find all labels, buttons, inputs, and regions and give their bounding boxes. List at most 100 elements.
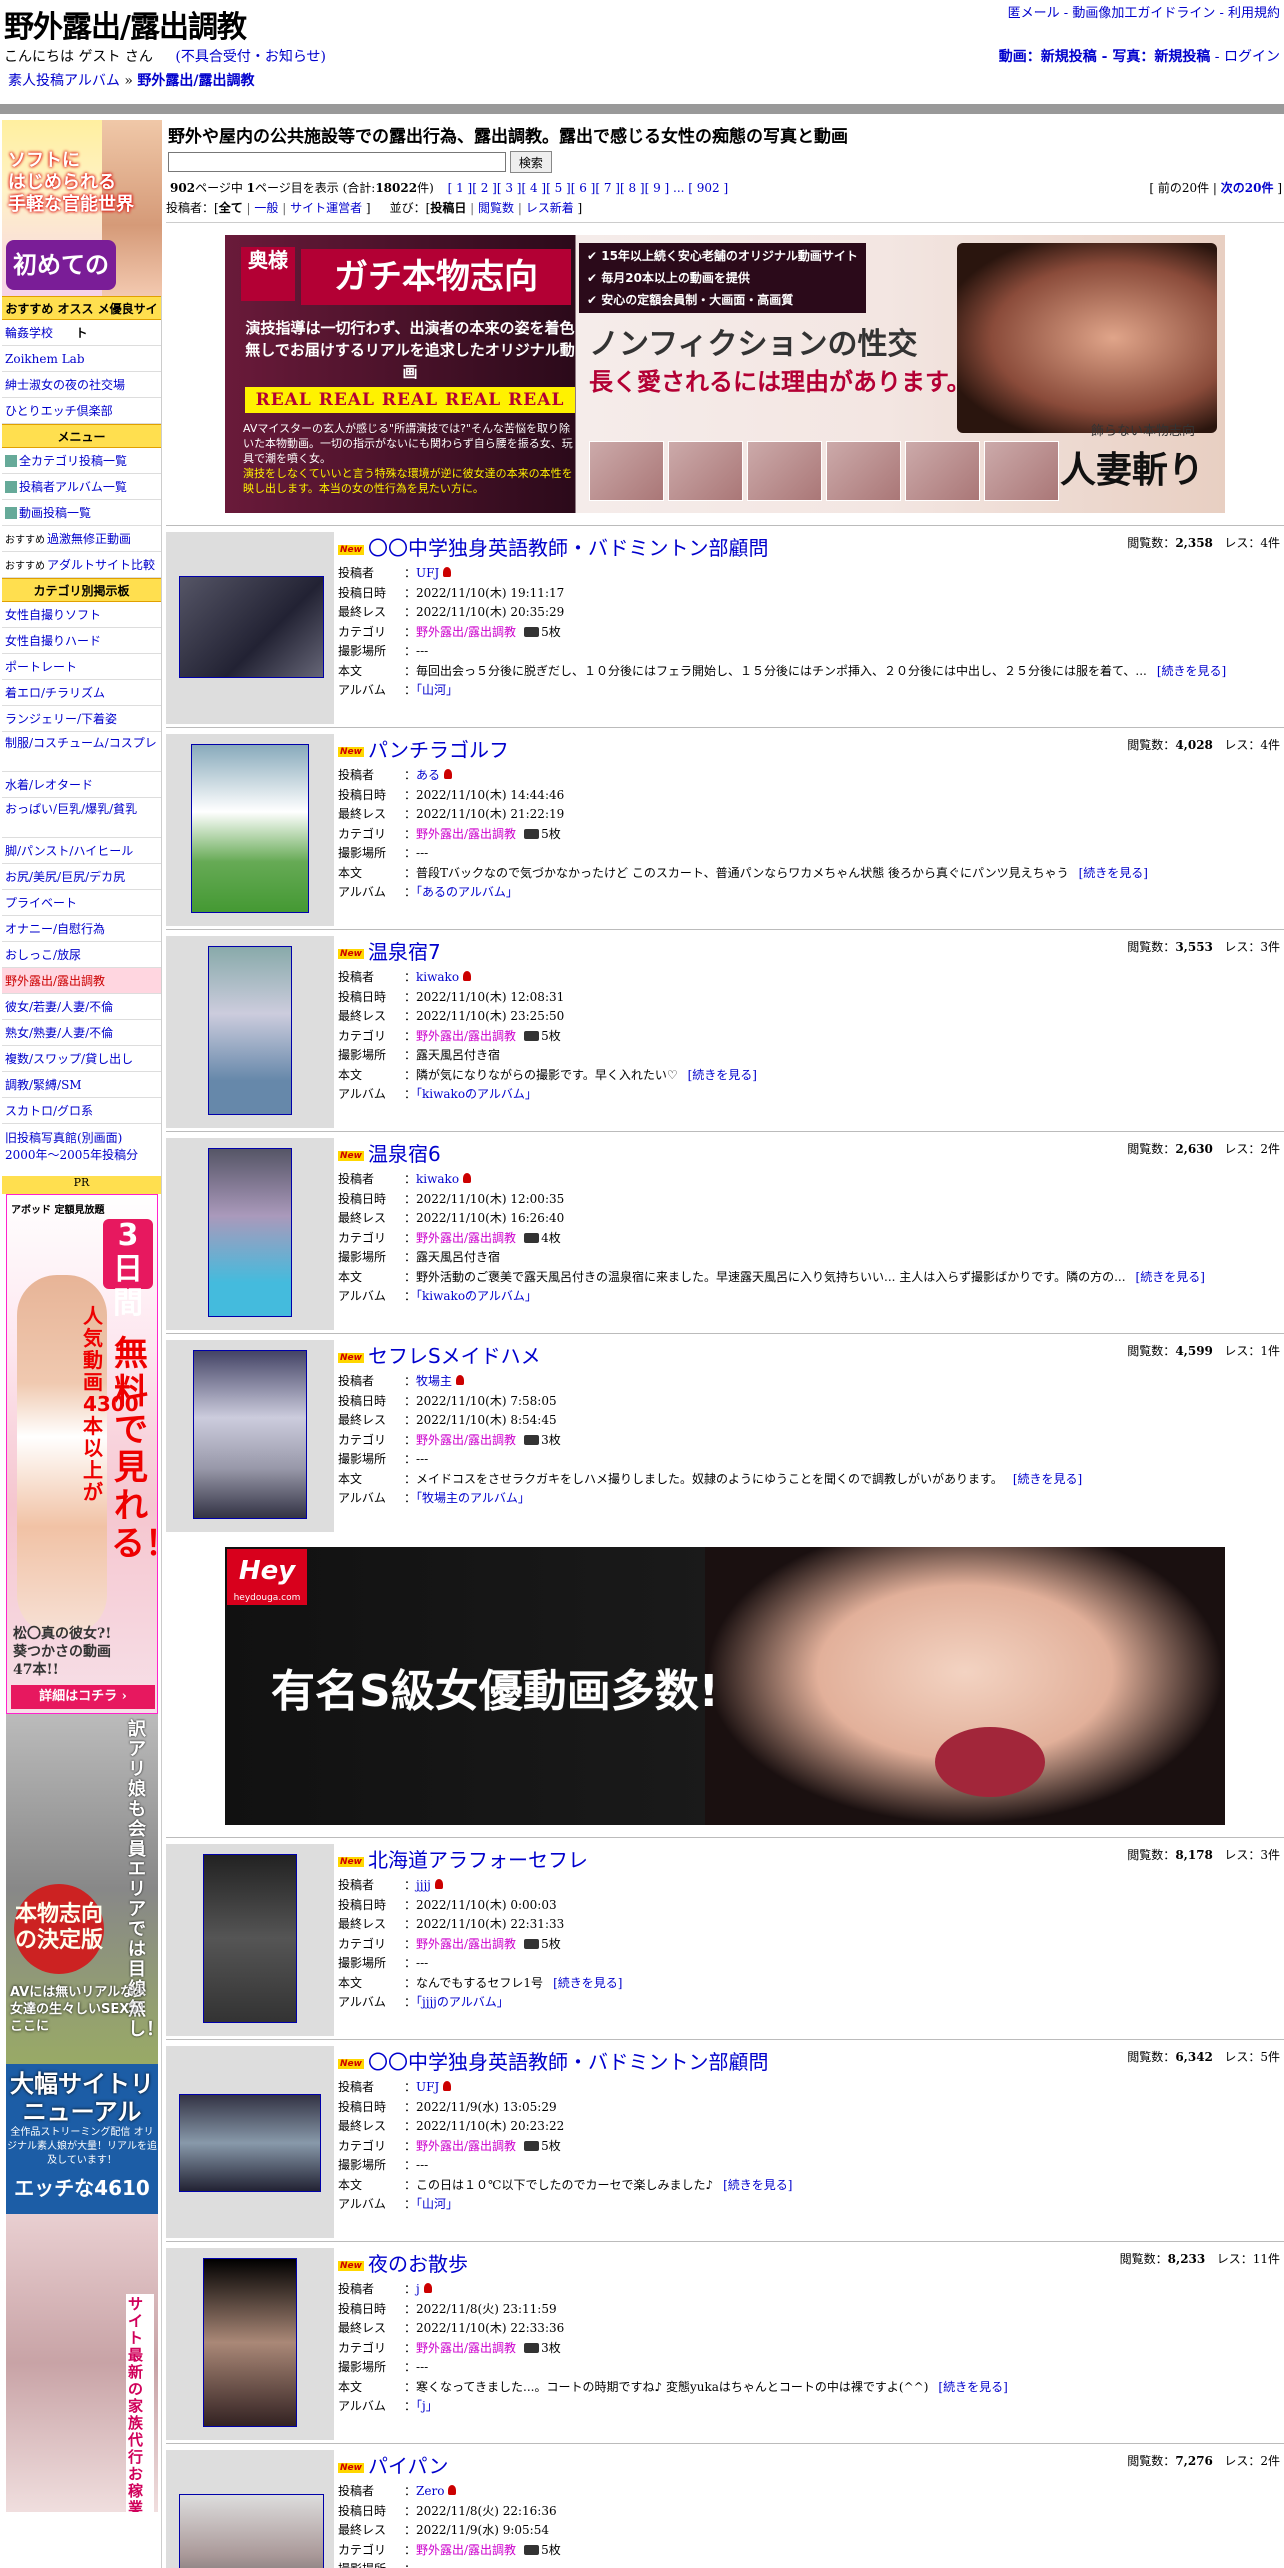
read-more-link[interactable]: [続きを見る]: [723, 2178, 792, 2192]
sidebar-item-recommend[interactable]: 紳士淑女の夜の社交場: [2, 372, 161, 398]
album-link[interactable]: 「牧場主のアルバム」: [416, 1491, 530, 1505]
category-link[interactable]: 野外露出/露出調教: [416, 2139, 516, 2153]
sidebar-item-recommend[interactable]: Zoikhem Lab: [2, 346, 161, 372]
read-more-link[interactable]: [続きを見る]: [688, 1068, 757, 1082]
read-more-link[interactable]: [続きを見る]: [1136, 1270, 1205, 1284]
sidebar-item-category[interactable]: 脚/パンスト/ハイヒール: [2, 838, 161, 864]
ad-renewal[interactable]: 大幅サイトリニューアル 全作品ストリーミング配信 オリジナル素人娘が大量！リアル…: [6, 2064, 158, 2214]
category-link[interactable]: 野外露出/露出調教: [416, 1231, 516, 1245]
post-title-text[interactable]: 温泉宿7: [368, 940, 441, 964]
sidebar-item-category[interactable]: お尻/美尻/巨尻/デカ尻: [2, 864, 161, 890]
post-title[interactable]: New パイパン: [338, 2450, 449, 2479]
sidebar-item-menu[interactable]: 投稿者アルバム一覧: [2, 474, 161, 500]
ad-maid[interactable]: サイト最新の家族代行お稼業がご奉仕しちゃう: [6, 2214, 158, 2512]
breadcrumb-root[interactable]: 素人投稿アルバム: [8, 73, 120, 89]
post-thumbnail[interactable]: [208, 1147, 292, 1317]
category-link[interactable]: 野外露出/露出調教: [416, 2341, 516, 2355]
read-more-link[interactable]: [続きを見る]: [1013, 1472, 1082, 1486]
post-thumbnail[interactable]: [192, 1349, 308, 1519]
post-title-text[interactable]: パイパン: [368, 2454, 449, 2478]
post-thumbnail-frame[interactable]: [166, 532, 334, 724]
next-page-link[interactable]: 次の20件: [1221, 181, 1274, 195]
category-link[interactable]: 野外露出/露出調教: [416, 1433, 516, 1447]
ad-free-videos[interactable]: アボッド 定額見放題 3日間 人気動画4300本以上が 無料で見れる！ 松〇真の…: [6, 1194, 158, 1714]
post-title[interactable]: New 夜のお散歩: [338, 2248, 468, 2277]
sort-views[interactable]: 閲覧数: [478, 201, 514, 215]
album-link[interactable]: 「jjjjのアルバム」: [416, 1995, 509, 2009]
post-title-text[interactable]: 北海道アラフォーセフレ: [368, 1848, 588, 1872]
post-thumbnail-frame[interactable]: [166, 1138, 334, 1330]
sidebar-item-recommend[interactable]: ひとりエッチ倶楽部: [2, 398, 161, 424]
post-thumbnail[interactable]: [191, 743, 309, 913]
old-archive-link[interactable]: 旧投稿写真館(別画面): [5, 1131, 122, 1145]
filter-general[interactable]: 一般: [254, 201, 278, 215]
sidebar-item-menu[interactable]: 全カテゴリ投稿一覧: [2, 448, 161, 474]
info-link[interactable]: (不具合受付・お知らせ): [175, 49, 326, 65]
ad1-more-button[interactable]: 詳細はコチラ ›: [11, 1685, 155, 1709]
sidebar-item-category[interactable]: 彼女/若妻/人妻/不倫: [2, 994, 161, 1020]
author-link[interactable]: UFJ: [416, 566, 439, 580]
sidebar-item-category[interactable]: おっぱい/巨乳/爆乳/貧乳: [2, 798, 161, 838]
post-title-text[interactable]: 夜のお散歩: [368, 2252, 468, 2276]
sidebar-item-menu[interactable]: 動画投稿一覧: [2, 500, 161, 526]
sidebar-item-category[interactable]: 複数/スワップ/貸し出し: [2, 1046, 161, 1072]
post-title[interactable]: New 北海道アラフォーセフレ: [338, 1844, 588, 1873]
post-thumbnail[interactable]: [179, 2094, 321, 2192]
author-link[interactable]: jjjj: [416, 1878, 431, 1892]
album-link[interactable]: 「j」: [416, 2399, 438, 2413]
search-input[interactable]: [168, 152, 506, 172]
post-title-text[interactable]: 〇〇中学独身英語教師・バドミントン部顧問: [368, 2050, 769, 2074]
post-thumbnail[interactable]: [208, 945, 292, 1115]
post-thumbnail[interactable]: [202, 1853, 298, 2023]
post-title[interactable]: New パンチラゴルフ: [338, 734, 509, 763]
ad-real-amateur[interactable]: 訳アリ娘も会員エリアでは目線無し！ 本物志向の決定版 AVには無いリアルな少女達…: [6, 1714, 158, 2064]
post-thumbnail[interactable]: [179, 576, 324, 678]
sidebar-item-category[interactable]: 野外露出/露出調教: [2, 968, 161, 994]
post-thumbnail-frame[interactable]: [166, 734, 334, 926]
post-thumbnail-frame[interactable]: [166, 2248, 334, 2440]
new-post-links[interactable]: 動画：新規投稿 - 写真：新規投稿: [999, 49, 1211, 65]
sidebar-banner[interactable]: ソフトにはじめられる手軽な官能世界 初めてのSM: [2, 120, 162, 296]
page-links[interactable]: [ 1 ][ 2 ][ 3 ][ 4 ][ 5 ][ 6 ][ 7 ][ 8 ]…: [448, 181, 729, 195]
post-title[interactable]: New 〇〇中学独身英語教師・バドミントン部顧問: [338, 532, 769, 561]
category-link[interactable]: 野外露出/露出調教: [416, 1029, 516, 1043]
ad-banner-hitozuma[interactable]: 奥様 ガチ本物志向 演技指導は一切行わず、出演者の本来の姿を着色無しでお届けする…: [225, 235, 1225, 513]
post-title[interactable]: New 温泉宿7: [338, 936, 441, 965]
filter-admin[interactable]: サイト運営者: [290, 201, 362, 215]
post-title-text[interactable]: 温泉宿6: [368, 1142, 441, 1166]
read-more-link[interactable]: [続きを見る]: [938, 2380, 1007, 2394]
post-thumbnail-frame[interactable]: [166, 2450, 334, 2568]
sidebar-item-category[interactable]: ポートレート: [2, 654, 161, 680]
post-thumbnail-frame[interactable]: [166, 936, 334, 1128]
album-link[interactable]: 「山河」: [416, 683, 458, 697]
sidebar-item-category[interactable]: 制服/コスチューム/コスプレ: [2, 732, 161, 772]
login-link[interactable]: - ログイン: [1210, 49, 1280, 65]
old-archive-range-link[interactable]: 2000年～2005年投稿分: [5, 1148, 138, 1162]
post-title-text[interactable]: セフレSメイドハメ: [368, 1344, 541, 1368]
post-title-text[interactable]: パンチラゴルフ: [368, 738, 509, 762]
sidebar-item-category[interactable]: 着エロ/チラリズム: [2, 680, 161, 706]
prev-page-link[interactable]: [ 前の20件 |: [1149, 181, 1220, 195]
read-more-link[interactable]: [続きを見る]: [1157, 664, 1226, 678]
sidebar-item-category[interactable]: 女性自撮りソフト: [2, 602, 161, 628]
sidebar-item-rec2[interactable]: おすすめ アダルトサイト比較: [2, 552, 161, 578]
sidebar-item-category[interactable]: 熟女/熟妻/人妻/不倫: [2, 1020, 161, 1046]
post-title[interactable]: New セフレSメイドハメ: [338, 1340, 541, 1369]
sidebar-item-category[interactable]: 調教/緊縛/SM: [2, 1072, 161, 1098]
search-button[interactable]: 検索: [509, 151, 552, 173]
post-thumbnail[interactable]: [202, 2257, 298, 2427]
album-link[interactable]: 「山河」: [416, 2197, 458, 2211]
sidebar-item-category[interactable]: スカトロ/グロ系: [2, 1098, 161, 1124]
album-link[interactable]: 「あるのアルバム」: [416, 885, 518, 899]
post-title-text[interactable]: 〇〇中学独身英語教師・バドミントン部顧問: [368, 536, 769, 560]
author-link[interactable]: UFJ: [416, 2080, 439, 2094]
post-title[interactable]: New 温泉宿6: [338, 1138, 441, 1167]
post-thumbnail[interactable]: [179, 2494, 324, 2568]
read-more-link[interactable]: [続きを見る]: [553, 1976, 622, 1990]
post-thumbnail-frame[interactable]: [166, 1340, 334, 1532]
album-link[interactable]: 「kiwakoのアルバム」: [416, 1087, 537, 1101]
sidebar-item-category[interactable]: プライベート: [2, 890, 161, 916]
post-title[interactable]: New 〇〇中学独身英語教師・バドミントン部顧問: [338, 2046, 769, 2075]
read-more-link[interactable]: [続きを見る]: [1079, 866, 1148, 880]
sidebar-item-rec1[interactable]: おすすめ 過激無修正動画: [2, 526, 161, 552]
